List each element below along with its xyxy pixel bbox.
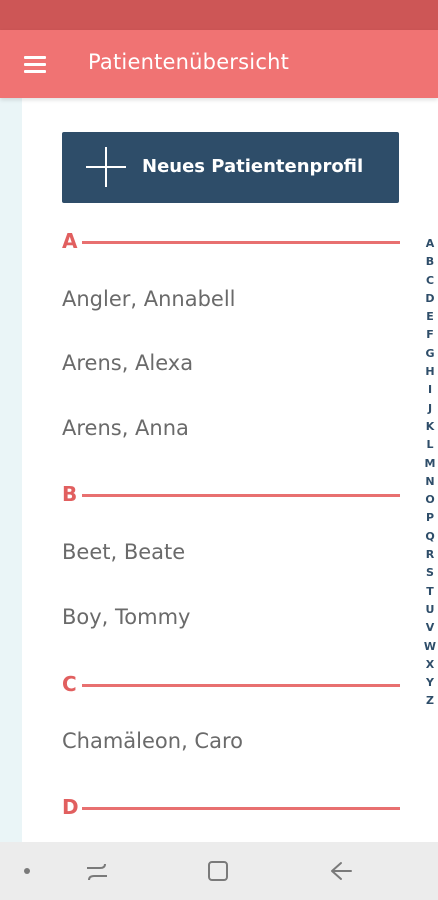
- alphabet-index-letter[interactable]: T: [423, 583, 437, 601]
- alphabet-index-letter[interactable]: Y: [423, 674, 437, 692]
- section-letter: C: [62, 672, 77, 696]
- dot-icon: [24, 868, 30, 874]
- alphabet-index-letter[interactable]: J: [423, 400, 437, 418]
- alphabet-index-letter[interactable]: N: [423, 473, 437, 491]
- alphabet-index-letter[interactable]: H: [423, 363, 437, 381]
- patient-item[interactable]: Arens, Alexa: [62, 351, 193, 375]
- alphabet-index-letter[interactable]: U: [423, 601, 437, 619]
- alphabet-index-letter[interactable]: G: [423, 345, 437, 363]
- new-patient-profile-label: Neues Patientenprofil: [142, 156, 364, 177]
- alphabet-index-letter[interactable]: S: [423, 564, 437, 582]
- section-divider: [82, 241, 400, 244]
- new-patient-profile-button[interactable]: Neues Patientenprofil: [62, 132, 399, 203]
- patient-list: Neues Patientenprofil A Angler, Annabell…: [22, 98, 438, 842]
- alphabet-index[interactable]: ABCDEFGHIJKLMNOPQRSTUVWXYZ: [423, 235, 437, 711]
- status-bar: [0, 0, 438, 30]
- alphabet-index-letter[interactable]: P: [423, 509, 437, 527]
- recents-icon[interactable]: [84, 861, 110, 883]
- section-header-b: B: [62, 482, 400, 510]
- alphabet-index-letter[interactable]: R: [423, 546, 437, 564]
- alphabet-index-letter[interactable]: X: [423, 656, 437, 674]
- section-header-d: D: [62, 795, 400, 823]
- patient-item[interactable]: Beet, Beate: [62, 540, 185, 564]
- patient-item[interactable]: Arens, Anna: [62, 416, 189, 440]
- alphabet-index-letter[interactable]: F: [423, 326, 437, 344]
- section-header-a: A: [62, 229, 400, 257]
- patient-item[interactable]: Angler, Annabell: [62, 287, 236, 311]
- hamburger-menu-icon[interactable]: [18, 52, 52, 76]
- alphabet-index-letter[interactable]: K: [423, 418, 437, 436]
- alphabet-index-letter[interactable]: W: [423, 638, 437, 656]
- alphabet-index-letter[interactable]: E: [423, 308, 437, 326]
- alphabet-index-letter[interactable]: L: [423, 436, 437, 454]
- alphabet-index-letter[interactable]: C: [423, 272, 437, 290]
- alphabet-index-letter[interactable]: D: [423, 290, 437, 308]
- alphabet-index-letter[interactable]: V: [423, 619, 437, 637]
- patient-item[interactable]: Chamäleon, Caro: [62, 729, 243, 753]
- alphabet-index-letter[interactable]: B: [423, 253, 437, 271]
- section-divider: [82, 807, 400, 810]
- alphabet-index-letter[interactable]: A: [423, 235, 437, 253]
- section-header-c: C: [62, 672, 400, 700]
- side-strip: [0, 98, 22, 842]
- navigation-bar: [0, 842, 438, 900]
- page-title: Patientenübersicht: [88, 50, 290, 74]
- section-letter: D: [62, 795, 79, 819]
- plus-icon: [86, 147, 126, 187]
- section-letter: A: [62, 229, 78, 253]
- back-icon[interactable]: [328, 860, 354, 882]
- section-divider: [82, 494, 400, 497]
- section-divider: [82, 684, 400, 687]
- app-bar: Patientenübersicht: [0, 30, 438, 98]
- alphabet-index-letter[interactable]: O: [423, 491, 437, 509]
- patient-item[interactable]: Boy, Tommy: [62, 605, 190, 629]
- home-icon[interactable]: [207, 860, 229, 882]
- alphabet-index-letter[interactable]: M: [423, 455, 437, 473]
- alphabet-index-letter[interactable]: Q: [423, 528, 437, 546]
- section-letter: B: [62, 482, 78, 506]
- alphabet-index-letter[interactable]: Z: [423, 692, 437, 710]
- alphabet-index-letter[interactable]: I: [423, 381, 437, 399]
